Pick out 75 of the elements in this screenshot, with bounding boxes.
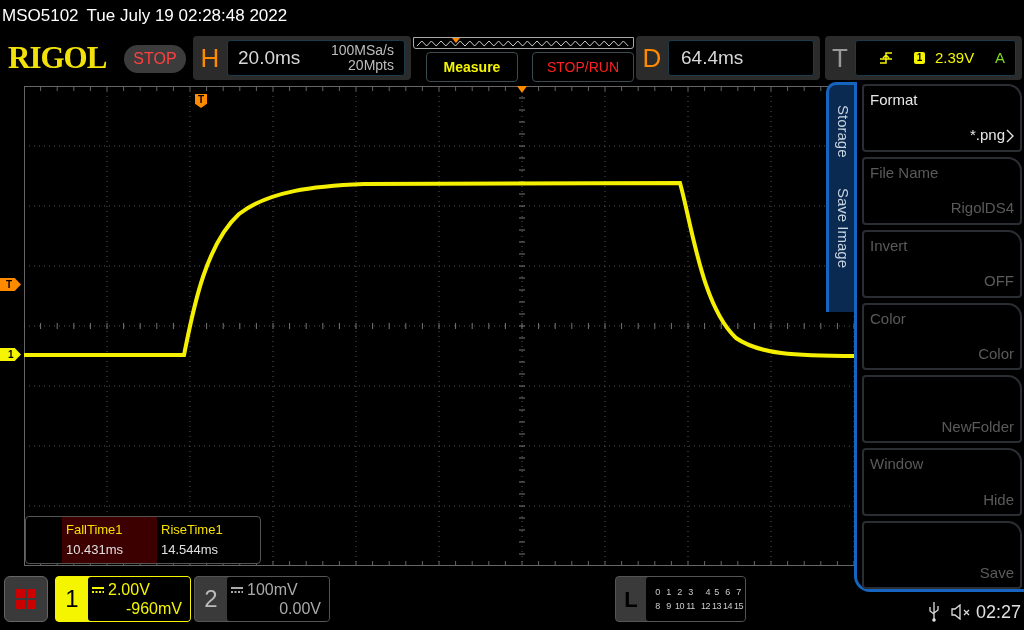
measurement-value: 10.431ms [66, 541, 125, 559]
logic-channel-number: 2 [676, 586, 683, 598]
softkey-value: RigolDS4 [950, 198, 1014, 219]
trigger-label: T [831, 41, 849, 75]
logic-button[interactable]: L 0 1 2 3 4 5 6 7 8 9 10 11 12 13 14 15 [615, 576, 746, 622]
channel-number: 2 [203, 584, 219, 614]
softkey-value: Color [978, 343, 1014, 364]
logic-channel-number: 5 [713, 586, 720, 598]
channel-number: 1 [64, 584, 80, 614]
softkey-title: Invert [870, 235, 909, 256]
trigger-level-marker: T [0, 278, 21, 291]
status-time: 02:27 [976, 602, 1022, 622]
logic-channel-number: 14 [722, 600, 733, 612]
logic-channel-number: 3 [687, 586, 694, 598]
usb-icon [929, 602, 939, 622]
softkey-title: Color [870, 308, 907, 329]
softkey-value: OFF [984, 271, 1014, 292]
menu-tab[interactable]: Save Image [831, 187, 854, 268]
logic-channel-number: 13 [711, 600, 722, 612]
trigger-source-badge: 1 [914, 52, 925, 64]
logic-label: L [623, 585, 639, 614]
logic-channel-number: 11 [685, 600, 696, 612]
sample-rate: 100MSa/s [330, 43, 394, 58]
softkey-title: File Name [870, 162, 940, 183]
softkey-value: Save [979, 562, 1014, 583]
channel-offset: -960mV [125, 599, 182, 618]
chevron-right-icon [1006, 128, 1014, 143]
trigger-mode: A [995, 47, 1005, 68]
trigger-position-marker: T [195, 94, 207, 108]
memory-depth: 20Mpts [348, 58, 394, 73]
menu-tab[interactable]: Storage [831, 105, 854, 158]
logic-channel-number: 4 [704, 586, 711, 598]
logic-channel-number: 10 [674, 600, 685, 612]
horizontal-label: H [199, 41, 221, 75]
channel-offset: 0.00V [279, 599, 321, 618]
brand-logo: RIGOL [8, 40, 107, 76]
speaker-muted-icon [951, 604, 971, 620]
menu-button[interactable] [4, 576, 48, 622]
timebase-value: 20.0ms [238, 45, 301, 70]
grid-icon [16, 589, 36, 609]
trigger-level: 2.39V [935, 47, 975, 68]
logic-channel-number: 15 [733, 600, 744, 612]
dc-coupling-icon [92, 585, 104, 594]
run-status: STOP [124, 45, 186, 73]
measurement-name: FallTime1 [66, 521, 124, 539]
logic-channel-number: 9 [665, 600, 672, 612]
channel-scale: 100mV [247, 580, 298, 599]
channel-scale: 2.00V [108, 580, 150, 599]
date-time: Tue July 19 02:28:48 2022 [86, 5, 288, 27]
rising-edge-icon [880, 52, 892, 64]
delay-value: 64.4ms [681, 45, 744, 70]
model-name: MSO5102 [2, 5, 79, 27]
softkey-title: Format [870, 90, 919, 110]
channel-button[interactable]: 2 100mV 0.00V [194, 576, 330, 622]
stop-run-button[interactable]: STOP/RUN [532, 52, 634, 82]
dc-coupling-icon [231, 585, 243, 594]
softkey-value: NewFolder [941, 416, 1014, 437]
logic-channel-number: 12 [700, 600, 711, 612]
measurement-name: RiseTime1 [161, 521, 224, 539]
logic-channel-number: 7 [735, 586, 742, 598]
measurement-cell[interactable]: FallTime1 10.431ms [62, 517, 157, 563]
menu-softkey[interactable]: Format *.png [862, 84, 1022, 152]
measurement-value: 14.544ms [161, 541, 220, 559]
channel-button[interactable]: 1 2.00V -960mV [55, 576, 191, 622]
channel-marker: 1 [0, 348, 21, 361]
logic-channel-number: 0 [654, 586, 661, 598]
logic-channel-number: 8 [654, 600, 661, 612]
delay-label: D [641, 41, 663, 75]
softkey-value: *.png [969, 125, 1005, 146]
softkey-value: Hide [983, 489, 1014, 510]
logic-channel-number: 6 [724, 586, 731, 598]
center-marker-icon [517, 86, 527, 93]
logic-channel-number: 1 [665, 586, 672, 598]
measure-button[interactable]: Measure [426, 52, 518, 82]
softkey-title: Window [870, 454, 925, 475]
